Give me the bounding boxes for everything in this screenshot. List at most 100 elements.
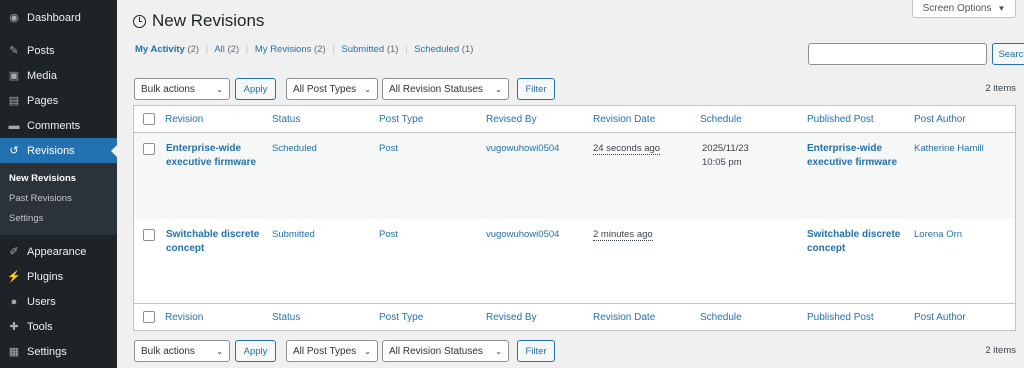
view-count: (2): [227, 44, 240, 55]
user-icon: ●: [10, 295, 18, 308]
sidebar-item-label: Revisions: [27, 144, 75, 157]
sidebar-item-tools[interactable]: ✚ Tools: [0, 314, 117, 339]
column-revised-by[interactable]: Revised By: [486, 312, 537, 323]
bulk-actions-select[interactable]: Bulk actions ⌄: [134, 78, 230, 100]
table-row: Switchable discrete concept Submitted Po…: [134, 219, 1015, 303]
column-revision-date[interactable]: Revision Date: [593, 114, 655, 125]
sidebar-item-comments[interactable]: ▬ Comments: [0, 113, 117, 138]
sidebar-item-label: Settings: [27, 345, 67, 358]
column-status: Status: [272, 113, 301, 125]
chevron-down-icon: ⌄: [216, 346, 223, 356]
column-published-post[interactable]: Published Post: [807, 312, 874, 323]
page-title-text: New Revisions: [152, 11, 265, 30]
apply-button[interactable]: Apply: [235, 340, 276, 362]
schedule-date: 2025/11/23: [702, 143, 749, 154]
submenu-new-revisions[interactable]: New Revisions: [0, 169, 117, 189]
column-post-author[interactable]: Post Author: [914, 114, 966, 125]
post-type-link[interactable]: Post: [379, 228, 398, 242]
row-checkbox[interactable]: [143, 229, 155, 241]
column-schedule[interactable]: Schedule: [700, 114, 742, 125]
sidebar-item-appearance[interactable]: ✐ Appearance: [0, 239, 117, 264]
chevron-down-icon: ⌄: [216, 84, 223, 94]
post-type-select[interactable]: All Post Types ⌄: [286, 340, 378, 362]
revisions-submenu: New Revisions Past Revisions Settings: [0, 163, 117, 235]
filter-button[interactable]: Filter: [517, 78, 555, 100]
filter-button[interactable]: Filter: [517, 340, 555, 362]
column-post-author[interactable]: Post Author: [914, 312, 966, 323]
submenu-settings[interactable]: Settings: [0, 209, 117, 229]
column-revised-by[interactable]: Revised By: [486, 114, 537, 125]
view-filters: My Activity (2) | All (2) | My Revisions…: [135, 44, 474, 55]
revision-title-link[interactable]: Enterprise-wide executive firmware: [166, 142, 258, 170]
apply-button[interactable]: Apply: [235, 78, 276, 100]
items-count: 2 items: [985, 345, 1016, 356]
schedule-time: 10:05 pm: [702, 157, 742, 168]
admin-sidebar: ◉ Dashboard ✎ Posts ▣ Media ▤ Pages ▬ Co…: [0, 0, 117, 368]
chevron-down-icon: ⌄: [495, 84, 502, 94]
bulk-actions-select[interactable]: Bulk actions ⌄: [134, 340, 230, 362]
plug-icon: ⚡: [7, 271, 21, 283]
sidebar-item-label: Users: [27, 295, 56, 308]
view-submitted[interactable]: Submitted: [341, 44, 384, 55]
screen-options-button[interactable]: Screen Options ▼: [912, 0, 1016, 18]
column-revision-date[interactable]: Revision Date: [593, 312, 655, 323]
screen-options-label: Screen Options: [922, 3, 992, 14]
row-checkbox[interactable]: [143, 143, 155, 155]
sidebar-item-revisions[interactable]: ↺ Revisions: [0, 138, 117, 163]
table-footer: Revision Status Post Type Revised By Rev…: [134, 303, 1015, 330]
search-box: Search: [808, 43, 1024, 65]
search-input[interactable]: [808, 43, 987, 65]
revision-title-link[interactable]: Switchable discrete concept: [166, 228, 266, 256]
select-all-checkbox[interactable]: [143, 311, 155, 323]
column-revision[interactable]: Revision: [165, 312, 203, 323]
view-count: (2): [187, 44, 200, 55]
sidebar-item-label: Pages: [27, 94, 59, 107]
revision-status-select[interactable]: All Revision Statuses ⌄: [382, 78, 509, 100]
select-all-checkbox[interactable]: [143, 113, 155, 125]
revision-status-select[interactable]: All Revision Statuses ⌄: [382, 340, 509, 362]
sidebar-item-settings[interactable]: ▦ Settings: [0, 339, 117, 364]
items-count: 2 items: [985, 83, 1016, 94]
column-schedule[interactable]: Schedule: [700, 312, 742, 323]
view-my-activity[interactable]: My Activity: [135, 44, 185, 55]
view-my-revisions[interactable]: My Revisions: [255, 44, 312, 55]
published-post-link[interactable]: Switchable discrete concept: [807, 228, 907, 256]
submenu-past-revisions[interactable]: Past Revisions: [0, 189, 117, 209]
revision-date: 24 seconds ago: [593, 142, 661, 156]
bulk-actions-value: Bulk actions: [141, 83, 195, 95]
tablenav-bottom: Bulk actions ⌄ Apply All Post Types ⌄ All …: [133, 340, 1016, 364]
view-scheduled[interactable]: Scheduled: [414, 44, 459, 55]
sidebar-item-plugins[interactable]: ⚡ Plugins: [0, 264, 117, 289]
pages-icon: ▤: [8, 95, 20, 107]
column-post-type: Post Type: [379, 311, 424, 323]
revised-by-link[interactable]: vugowuhowi0504: [486, 228, 559, 242]
post-type-select[interactable]: All Post Types ⌄: [286, 78, 378, 100]
status-link[interactable]: Submitted: [272, 228, 315, 242]
revision-date-text: 24 seconds ago: [593, 143, 661, 155]
chevron-down-icon: ⌄: [495, 346, 502, 356]
revisions-table: Revision Status Post Type Revised By Rev…: [133, 105, 1016, 331]
sidebar-item-pages[interactable]: ▤ Pages: [0, 88, 117, 113]
column-post-type: Post Type: [379, 113, 424, 125]
revised-by-link[interactable]: vugowuhowi0504: [486, 142, 559, 156]
search-button[interactable]: Search: [992, 43, 1024, 65]
settings-icon: ▦: [8, 346, 20, 358]
view-all[interactable]: All: [214, 44, 225, 55]
column-revision[interactable]: Revision: [165, 114, 203, 125]
chevron-down-icon: ⌄: [364, 84, 371, 94]
post-type-value: All Post Types: [293, 345, 357, 357]
status-link[interactable]: Scheduled: [272, 142, 317, 156]
sidebar-item-media[interactable]: ▣ Media: [0, 63, 117, 88]
published-post-link[interactable]: Enterprise-wide executive firmware: [807, 142, 899, 170]
author-link[interactable]: Katherine Hamill: [914, 142, 984, 156]
pin-icon: ✎: [9, 45, 19, 57]
column-published-post[interactable]: Published Post: [807, 114, 874, 125]
sidebar-item-label: Appearance: [27, 245, 87, 258]
post-type-link[interactable]: Post: [379, 142, 398, 156]
sidebar-item-dashboard[interactable]: ◉ Dashboard: [0, 5, 117, 30]
revision-status-value: All Revision Statuses: [389, 83, 483, 95]
sidebar-item-label: Dashboard: [27, 11, 81, 24]
sidebar-item-posts[interactable]: ✎ Posts: [0, 38, 117, 63]
sidebar-item-users[interactable]: ● Users: [0, 289, 117, 314]
author-link[interactable]: Lorena Orn: [914, 228, 962, 242]
